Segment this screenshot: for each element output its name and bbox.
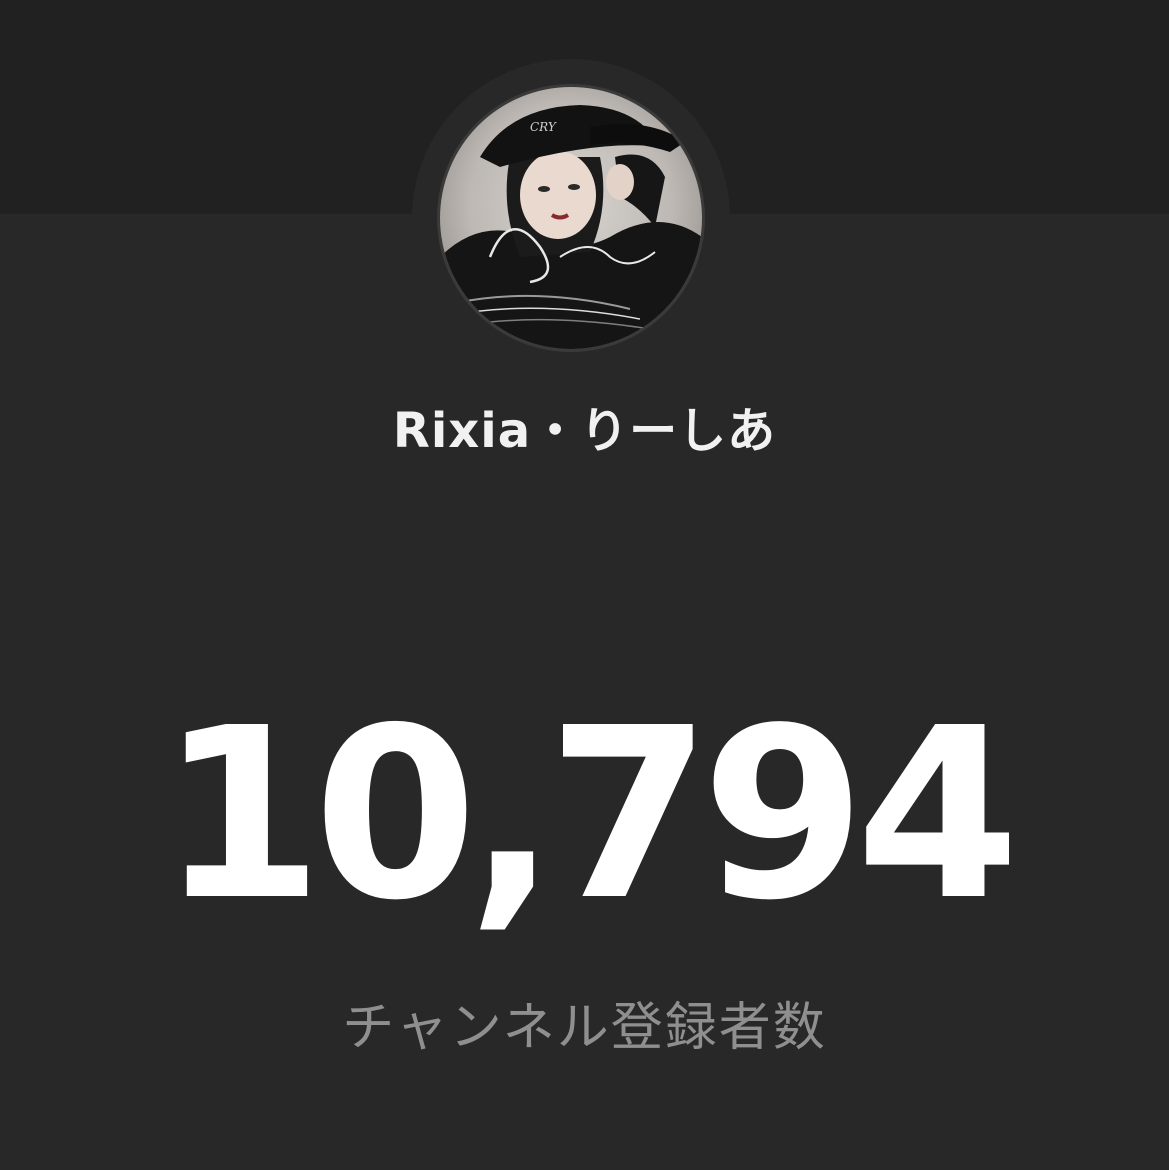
avatar-photo-icon: CRY: [440, 87, 702, 349]
channel-name[interactable]: Rixia・りーしあ: [0, 396, 1169, 466]
channel-avatar[interactable]: CRY: [440, 87, 702, 349]
subscriber-count: 10,794: [159, 677, 1020, 952]
subscriber-count-label: チャンネル登録者数: [342, 998, 827, 1058]
svg-text:CRY: CRY: [530, 120, 557, 134]
subscriber-count-screen: CRY Rixia・りーしあ 10,794 チャンネル登録者数: [0, 0, 1169, 1170]
